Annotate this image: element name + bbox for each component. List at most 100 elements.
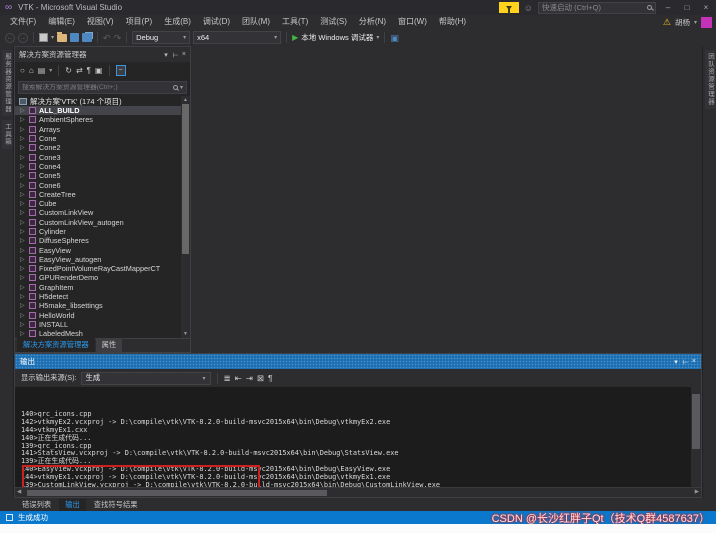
solution-explorer-header[interactable]: 解决方案资源管理器 ▾ ⊥ × bbox=[15, 47, 190, 62]
output-title-bar[interactable]: 输出 ▾ ⊥ × bbox=[15, 354, 701, 369]
tree-item[interactable]: ▷ Cone2 bbox=[15, 143, 181, 152]
expand-arrow-icon[interactable]: ▷ bbox=[20, 274, 26, 281]
tree-item[interactable]: ▷ H5make_libsettings bbox=[15, 301, 181, 310]
expand-arrow-icon[interactable]: ▷ bbox=[20, 284, 26, 291]
tree-item[interactable]: ▷ LabeledMesh bbox=[15, 329, 181, 338]
tree-item[interactable]: ▷ CustomLinkView bbox=[15, 208, 181, 217]
close-icon[interactable]: × bbox=[182, 51, 186, 58]
expand-arrow-icon[interactable]: ▷ bbox=[20, 247, 26, 254]
refresh-icon[interactable]: ↻ bbox=[65, 66, 72, 75]
menu-item[interactable]: 项目(P) bbox=[120, 15, 159, 29]
expand-arrow-icon[interactable]: ▷ bbox=[20, 182, 26, 189]
previous-message-icon[interactable]: ⇤ bbox=[235, 373, 242, 384]
expand-arrow-icon[interactable]: ▷ bbox=[20, 302, 26, 309]
tree-item[interactable]: ▷ Cone bbox=[15, 134, 181, 143]
expand-arrow-icon[interactable]: ▷ bbox=[20, 293, 26, 300]
toolbox-vertical-tab[interactable]: 工具箱 bbox=[1, 120, 12, 149]
tree-item[interactable]: ▷ Cone5 bbox=[15, 171, 181, 180]
expand-arrow-icon[interactable]: ▷ bbox=[20, 144, 26, 151]
tab-properties[interactable]: 属性 bbox=[95, 338, 123, 352]
scroll-right-icon[interactable]: ▶ bbox=[695, 489, 699, 495]
tree-item[interactable]: ▷ EasyView_autogen bbox=[15, 255, 181, 264]
expand-arrow-icon[interactable]: ▷ bbox=[20, 237, 26, 244]
window-position-icon[interactable]: ▾ bbox=[674, 358, 678, 366]
scroll-down-icon[interactable]: ▼ bbox=[181, 331, 190, 337]
editor-area[interactable] bbox=[191, 46, 702, 353]
tree-item[interactable]: ▷ ALL_BUILD bbox=[15, 106, 181, 116]
expand-arrow-icon[interactable]: ▷ bbox=[20, 200, 26, 207]
tree-item[interactable]: ▷ DiffuseSpheres bbox=[15, 236, 181, 245]
expand-arrow-icon[interactable]: ▷ bbox=[20, 256, 26, 263]
team-explorer-vertical-tab[interactable]: 团队资源管理器 bbox=[704, 50, 715, 109]
sync-with-active-document-icon[interactable]: ⇄ bbox=[76, 66, 83, 75]
output-vertical-scrollbar[interactable] bbox=[691, 387, 701, 487]
expand-arrow-icon[interactable]: ▷ bbox=[20, 116, 26, 123]
tree-item[interactable]: ▷ Cone6 bbox=[15, 180, 181, 190]
menu-item[interactable]: 测试(S) bbox=[314, 15, 353, 29]
close-button[interactable]: × bbox=[699, 2, 713, 13]
chevron-down-icon[interactable]: ▾ bbox=[180, 84, 183, 91]
switch-views-icon[interactable]: ▤ bbox=[38, 66, 46, 75]
pin-icon[interactable]: ⊥ bbox=[681, 358, 689, 364]
menu-item[interactable]: 工具(T) bbox=[276, 15, 314, 29]
feedback-filter-button[interactable] bbox=[498, 2, 519, 14]
solution-root-node[interactable]: 解决方案'VTK' (174 个项目) bbox=[15, 96, 190, 106]
menu-item[interactable]: 文件(F) bbox=[4, 15, 42, 29]
tree-item[interactable]: ▷ Cone3 bbox=[15, 152, 181, 162]
tree-item[interactable]: ▷ Cube bbox=[15, 199, 181, 208]
tree-item[interactable]: ▷ Arrays bbox=[15, 125, 181, 134]
tree-item[interactable]: ▷ AmbientSpheres bbox=[15, 115, 181, 124]
menu-item[interactable]: 生成(B) bbox=[158, 15, 197, 29]
properties-icon[interactable]: ▣ bbox=[95, 66, 103, 75]
save-icon[interactable] bbox=[70, 33, 80, 42]
tab-solution-explorer[interactable]: 解决方案资源管理器 bbox=[17, 338, 95, 352]
tab-output[interactable]: 输出 bbox=[59, 498, 86, 511]
tree-item[interactable]: ▷ EasyView bbox=[15, 245, 181, 255]
expand-arrow-icon[interactable]: ▷ bbox=[20, 172, 26, 179]
expand-arrow-icon[interactable]: ▷ bbox=[20, 126, 26, 133]
expand-arrow-icon[interactable]: ▷ bbox=[20, 209, 26, 216]
quick-launch-box[interactable] bbox=[538, 1, 656, 14]
chevron-down-icon[interactable]: ▾ bbox=[49, 67, 52, 74]
solution-configuration-dropdown[interactable]: Debug ▾ bbox=[132, 31, 191, 44]
next-message-icon[interactable]: ⇥ bbox=[246, 373, 253, 384]
tab-find-symbol-results[interactable]: 查找符号结果 bbox=[88, 499, 144, 511]
menu-item[interactable]: 调试(D) bbox=[197, 15, 236, 29]
output-source-dropdown[interactable]: 生成 ▾ bbox=[80, 371, 211, 385]
expand-arrow-icon[interactable]: ▷ bbox=[20, 107, 26, 114]
server-explorer-vertical-tab[interactable]: 服务器资源管理器 bbox=[1, 50, 12, 116]
tree-item[interactable]: ▷ HelloWorld bbox=[15, 311, 181, 320]
maximize-button[interactable]: □ bbox=[680, 2, 694, 13]
tree-item[interactable]: ▷ FixedPointVolumeRayCastMapperCT bbox=[15, 264, 181, 273]
tree-item[interactable]: ▷ Cylinder bbox=[15, 227, 181, 236]
undo-icon[interactable]: ↶ bbox=[103, 33, 111, 43]
chevron-down-icon[interactable]: ▾ bbox=[694, 19, 697, 26]
warning-icon[interactable]: ⚠ bbox=[663, 17, 671, 27]
avatar[interactable] bbox=[701, 16, 712, 28]
new-project-icon[interactable] bbox=[39, 33, 48, 42]
menu-item[interactable]: 编辑(E) bbox=[42, 15, 81, 29]
signed-in-user[interactable]: 胡杨 bbox=[675, 17, 690, 28]
show-all-files-icon[interactable]: ¶ bbox=[87, 66, 91, 75]
pin-icon[interactable]: ⊥ bbox=[171, 51, 179, 57]
expand-arrow-icon[interactable]: ▷ bbox=[20, 163, 26, 170]
expand-arrow-icon[interactable]: ▷ bbox=[20, 154, 26, 161]
start-debugging-button[interactable]: ▶ 本地 Windows 调试器 ▾ bbox=[292, 32, 379, 43]
scroll-up-icon[interactable]: ▲ bbox=[181, 97, 190, 103]
menu-item[interactable]: 窗口(W) bbox=[392, 15, 433, 29]
minimize-button[interactable]: – bbox=[661, 2, 675, 13]
menu-item[interactable]: 分析(N) bbox=[353, 15, 392, 29]
expand-arrow-icon[interactable]: ▷ bbox=[20, 191, 26, 198]
tab-error-list[interactable]: 错误列表 bbox=[16, 499, 57, 511]
scrollbar-thumb[interactable] bbox=[182, 104, 189, 254]
navigate-back-icon[interactable]: ← bbox=[5, 32, 15, 43]
solution-search-input[interactable] bbox=[22, 84, 171, 91]
close-icon[interactable]: × bbox=[692, 358, 696, 365]
menu-item[interactable]: 团队(M) bbox=[236, 15, 276, 29]
expand-arrow-icon[interactable]: ▷ bbox=[20, 312, 26, 319]
navigate-forward-icon[interactable]: → bbox=[18, 32, 28, 43]
tree-item[interactable]: ▷ GraphItem bbox=[15, 283, 181, 292]
back-icon[interactable]: ○ bbox=[20, 66, 25, 75]
tree-item[interactable]: ▷ INSTALL bbox=[15, 320, 181, 329]
open-file-icon[interactable] bbox=[57, 31, 68, 42]
